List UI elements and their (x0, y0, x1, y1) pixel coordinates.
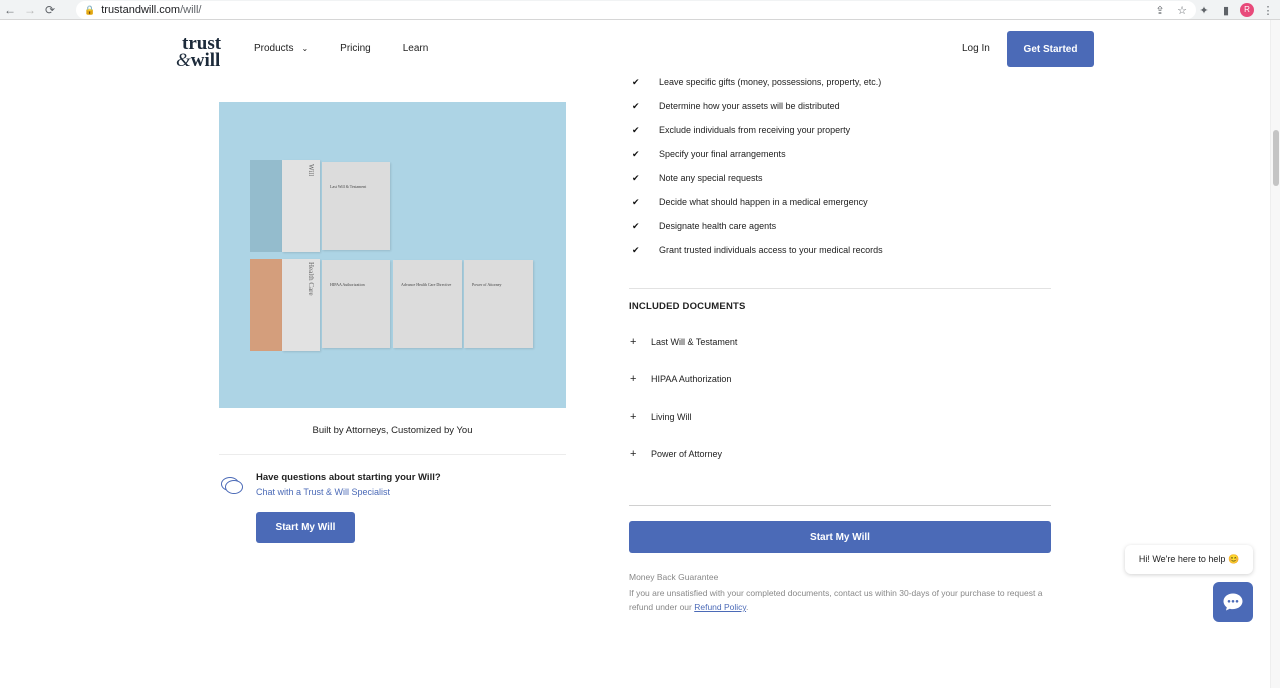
accordion-item-poa[interactable]: + Power of Attorney (629, 447, 737, 486)
lock-icon: 🔒 (84, 4, 96, 15)
divider (219, 454, 566, 455)
back-icon[interactable]: ← (0, 0, 20, 20)
nav-pricing[interactable]: Pricing (340, 43, 371, 54)
feature-text: Specify your final arrangements (659, 149, 786, 159)
doc-card-will-title: Last Will & Testament (330, 184, 367, 189)
doc-card-advance-title: Advance Health Care Directive (401, 282, 452, 287)
chat-icon (1223, 593, 1243, 611)
feature-text: Designate health care agents (659, 221, 777, 231)
forward-icon[interactable]: → (20, 0, 40, 20)
plus-icon: + (630, 336, 637, 348)
accordion-item-hipaa[interactable]: + HIPAA Authorization (629, 374, 737, 411)
money-back-end: . (746, 602, 749, 612)
list-item: ✔ Specify your final arrangements (630, 142, 883, 166)
main-nav: Products ⌄ Pricing Learn (254, 43, 460, 54)
doc-card-poa-title: Power of Attorney (472, 282, 502, 287)
get-started-button[interactable]: Get Started (1007, 31, 1094, 67)
health-spine-label: Health Care (307, 262, 315, 296)
chat-bubbles-icon (221, 477, 243, 494)
feature-text: Decide what should happen in a medical e… (659, 197, 868, 207)
address-bar[interactable]: 🔒 trustandwill.com/will/ (76, 1, 1196, 19)
scrollbar-thumb[interactable] (1273, 130, 1279, 186)
check-icon: ✔ (632, 244, 640, 255)
doc-card-hipaa: HIPAA Authorization (322, 260, 390, 348)
doc-card-hipaa-title: HIPAA Authorization (330, 282, 365, 287)
check-icon: ✔ (632, 196, 640, 207)
plus-icon: + (630, 410, 637, 423)
will-folder-spine (250, 160, 282, 252)
accordion-label: Power of Attorney (651, 448, 723, 459)
questions-title: Have questions about starting your Will? (256, 472, 441, 483)
doc-card-advance: Advance Health Care Directive (393, 260, 462, 348)
accordion-label: HIPAA Authorization (651, 374, 732, 385)
extensions-icon[interactable]: ✦ (1196, 4, 1212, 17)
check-icon: ✔ (632, 124, 640, 135)
bookmark-star-icon[interactable]: ☆ (1174, 4, 1190, 17)
accordion-label: Living Will (651, 411, 692, 422)
check-icon: ✔ (632, 220, 640, 231)
start-my-will-button-right[interactable]: Start My Will (629, 521, 1051, 553)
feature-text: Exclude individuals from receiving your … (659, 125, 851, 135)
check-icon: ✔ (632, 76, 640, 87)
start-my-will-button-left[interactable]: Start My Will (256, 512, 355, 543)
will-spine-label: Will (307, 164, 315, 177)
list-item: ✔ Note any special requests (630, 166, 883, 190)
feature-text: Leave specific gifts (money, possessions… (659, 77, 882, 87)
list-item: ✔ Determine how your assets will be distr… (630, 94, 883, 118)
url-path: /will/ (180, 4, 202, 16)
included-documents-list: + Last Will & Testament + HIPAA Authorizat… (629, 337, 737, 486)
list-item: ✔ Grant trusted individuals access to you… (630, 238, 883, 262)
page-content: trust &will Products ⌄ Pricing Learn Log … (0, 20, 1270, 688)
page-scrollbar[interactable] (1270, 20, 1280, 688)
list-item: ✔ Decide what should happen in a medical … (630, 190, 883, 214)
divider (629, 505, 1051, 506)
plus-icon: + (630, 447, 637, 460)
url-domain: trustandwill.com (101, 4, 181, 16)
feature-text: Grant trusted individuals access to your… (659, 245, 883, 255)
check-icon: ✔ (632, 148, 640, 159)
login-link[interactable]: Log In (962, 43, 990, 54)
profile-avatar[interactable]: R (1240, 3, 1254, 17)
logo-line-2: will (190, 50, 221, 71)
divider (629, 288, 1051, 289)
browser-toolbar: ← → ⟳ 🔒 trustandwill.com/will/ ⇪ ☆ ✦ ▮ R… (0, 0, 1280, 20)
health-folder-spine (250, 259, 282, 351)
nav-pricing-label: Pricing (340, 43, 371, 54)
doc-card-poa: Power of Attorney (464, 260, 533, 348)
list-item: ✔ Leave specific gifts (money, possession… (630, 70, 883, 94)
list-item: ✔ Exclude individuals from receiving your… (630, 118, 883, 142)
nav-learn-label: Learn (402, 43, 429, 54)
menu-kebab-icon[interactable]: ⋮ (1260, 4, 1276, 17)
chat-specialist-link[interactable]: Chat with a Trust & Will Specialist (256, 487, 390, 497)
list-item: ✔ Designate health care agents (630, 214, 883, 238)
nav-products-label: Products (254, 43, 294, 54)
nav-learn[interactable]: Learn (403, 43, 429, 54)
money-back-body: If you are unsatisfied with your complet… (629, 588, 1043, 612)
hero-caption: Built by Attorneys, Customized by You (312, 425, 473, 436)
logo-amp: & (176, 50, 191, 71)
money-back-title: Money Back Guarantee (629, 572, 719, 582)
accordion-item-will[interactable]: + Last Will & Testament (629, 337, 737, 374)
features-list: ✔ Leave specific gifts (money, possession… (630, 70, 883, 262)
feature-text: Note any special requests (659, 173, 763, 183)
check-icon: ✔ (632, 100, 640, 111)
refund-policy-link[interactable]: Refund Policy (694, 602, 746, 612)
share-icon[interactable]: ⇪ (1152, 4, 1168, 17)
chat-greeting-bubble[interactable]: Hi! We're here to help 😊 (1125, 545, 1253, 574)
accordion-label: Last Will & Testament (651, 337, 738, 347)
nav-products[interactable]: Products ⌄ (254, 43, 308, 54)
accordion-item-living-will[interactable]: + Living Will (629, 410, 737, 449)
included-documents-title: INCLUDED DOCUMENTS (629, 301, 746, 312)
doc-card-will: Last Will & Testament (322, 162, 390, 250)
plus-icon: + (630, 373, 637, 386)
check-icon: ✔ (632, 172, 640, 183)
trust-and-will-logo[interactable]: trust &will (176, 34, 221, 71)
feature-text: Determine how your assets will be distri… (659, 101, 840, 111)
documents-hero-image: Will Last Will & Testament Health Care H… (219, 102, 566, 408)
chevron-down-icon: ⌄ (301, 44, 309, 53)
sidebar-icon[interactable]: ▮ (1218, 4, 1234, 17)
reload-icon[interactable]: ⟳ (40, 0, 60, 20)
chat-launcher-button[interactable] (1213, 582, 1253, 622)
money-back-text: If you are unsatisfied with your complet… (629, 586, 1049, 614)
